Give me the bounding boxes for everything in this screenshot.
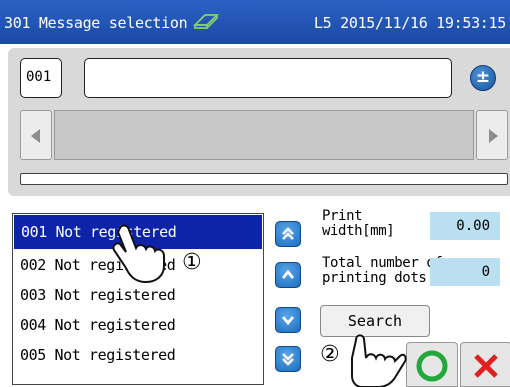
chevron-left-icon [31, 129, 40, 143]
page-up-icon [282, 227, 294, 240]
pointing-hand-icon [351, 334, 407, 387]
preview-scrollbar[interactable] [20, 173, 508, 185]
ok-button[interactable] [406, 342, 458, 387]
cancel-x-icon [474, 354, 498, 378]
chevron-right-icon [489, 129, 498, 143]
annotation-marker-2: ② [320, 342, 340, 367]
up-icon [281, 269, 295, 279]
page-down-button[interactable] [275, 346, 301, 372]
page-up-button[interactable] [275, 221, 301, 247]
plus-minus-button[interactable]: ± [470, 65, 496, 91]
message-number-field[interactable]: 001 [20, 58, 62, 98]
list-item[interactable]: 004 Not registered [13, 310, 263, 340]
scroll-right-button[interactable] [476, 110, 508, 160]
pointing-hand-icon [112, 224, 165, 284]
print-preview-area [54, 110, 474, 160]
scroll-up-button[interactable] [275, 262, 301, 288]
list-item[interactable]: 005 Not registered [13, 340, 263, 370]
printing-dots-value: 0 [430, 258, 500, 286]
print-width-label: Print width[mm] [322, 208, 395, 239]
printing-dots-label: Total number of printing dots [322, 255, 443, 286]
title-bar: 301 Message selection L5 2015/11/16 19:5… [0, 0, 510, 44]
scroll-down-button[interactable] [275, 307, 301, 333]
status-datetime: L5 2015/11/16 19:53:15 [313, 14, 506, 32]
screen-title: 301 Message selection [4, 14, 188, 32]
message-name-field[interactable] [84, 58, 452, 98]
page-down-icon [282, 353, 294, 366]
cancel-button[interactable] [460, 342, 510, 387]
print-width-value: 0.00 [430, 212, 500, 240]
eraser-icon [193, 14, 219, 29]
print-preview-row [20, 110, 508, 160]
scroll-left-button[interactable] [20, 110, 52, 160]
plus-minus-icon: ± [475, 67, 491, 87]
list-item[interactable]: 003 Not registered [13, 280, 263, 310]
annotation-marker-1: ① [182, 250, 202, 275]
down-icon [281, 316, 295, 326]
ok-circle-icon [416, 350, 448, 382]
